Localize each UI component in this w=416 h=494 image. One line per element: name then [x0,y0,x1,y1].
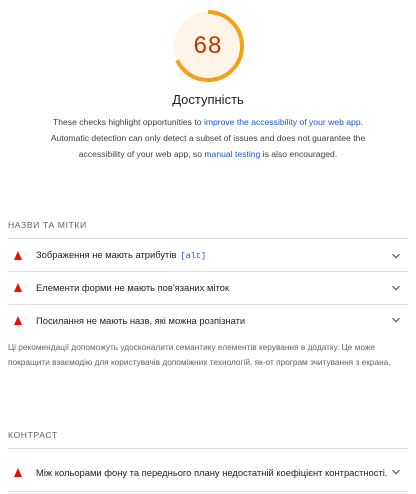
audit-link-names[interactable]: Посилання не мають назв, які можна розпі… [8,305,408,335]
fail-triangle-icon [14,315,22,325]
manual-testing-link[interactable]: manual testing [204,149,260,159]
group-description: Ці рекомендації допоможуть удосконалити … [8,342,391,367]
chevron-down-icon[interactable] [388,464,404,480]
category-description: These checks highlight opportunities to … [50,114,366,162]
fail-triangle-icon [14,251,22,260]
desc-text: is also encouraged. [260,149,338,159]
audit-code: [alt] [180,251,207,261]
divider [8,238,408,239]
desc-text: These checks highlight opportunities to [52,117,204,127]
score-gauge: 68 [170,8,246,84]
chevron-down-icon[interactable] [388,312,404,328]
chevron-down-icon[interactable] [388,248,404,264]
audit-label: Елементи форми не мають пов'язаних міток [36,282,229,293]
fail-triangle-icon [14,467,22,477]
chevron-down-icon[interactable] [388,280,404,296]
divider [8,448,408,449]
score-value: 68 [193,32,223,59]
divider [8,491,408,492]
audit-form-labels[interactable]: Елементи форми не мають пов'язаних міток [8,272,408,303]
audit-label: Зображення не мають атрибутів [alt] [36,249,207,261]
audit-image-alt[interactable]: Зображення не мають атрибутів [alt] [8,241,408,270]
group-header-names-labels: Назви та мітки [8,220,87,230]
fail-triangle-icon [14,283,22,292]
category-title: Доступність [172,92,244,107]
group-header-contrast: Контраст [8,430,58,440]
audit-label: Між кольорами фону та переднього плану н… [36,466,388,478]
audit-color-contrast[interactable]: Між кольорами фону та переднього плану н… [8,455,408,489]
audit-label: Посилання не мають назв, які можна розпі… [36,314,246,326]
accessibility-link[interactable]: improve the accessibility of your web ap… [204,117,361,127]
